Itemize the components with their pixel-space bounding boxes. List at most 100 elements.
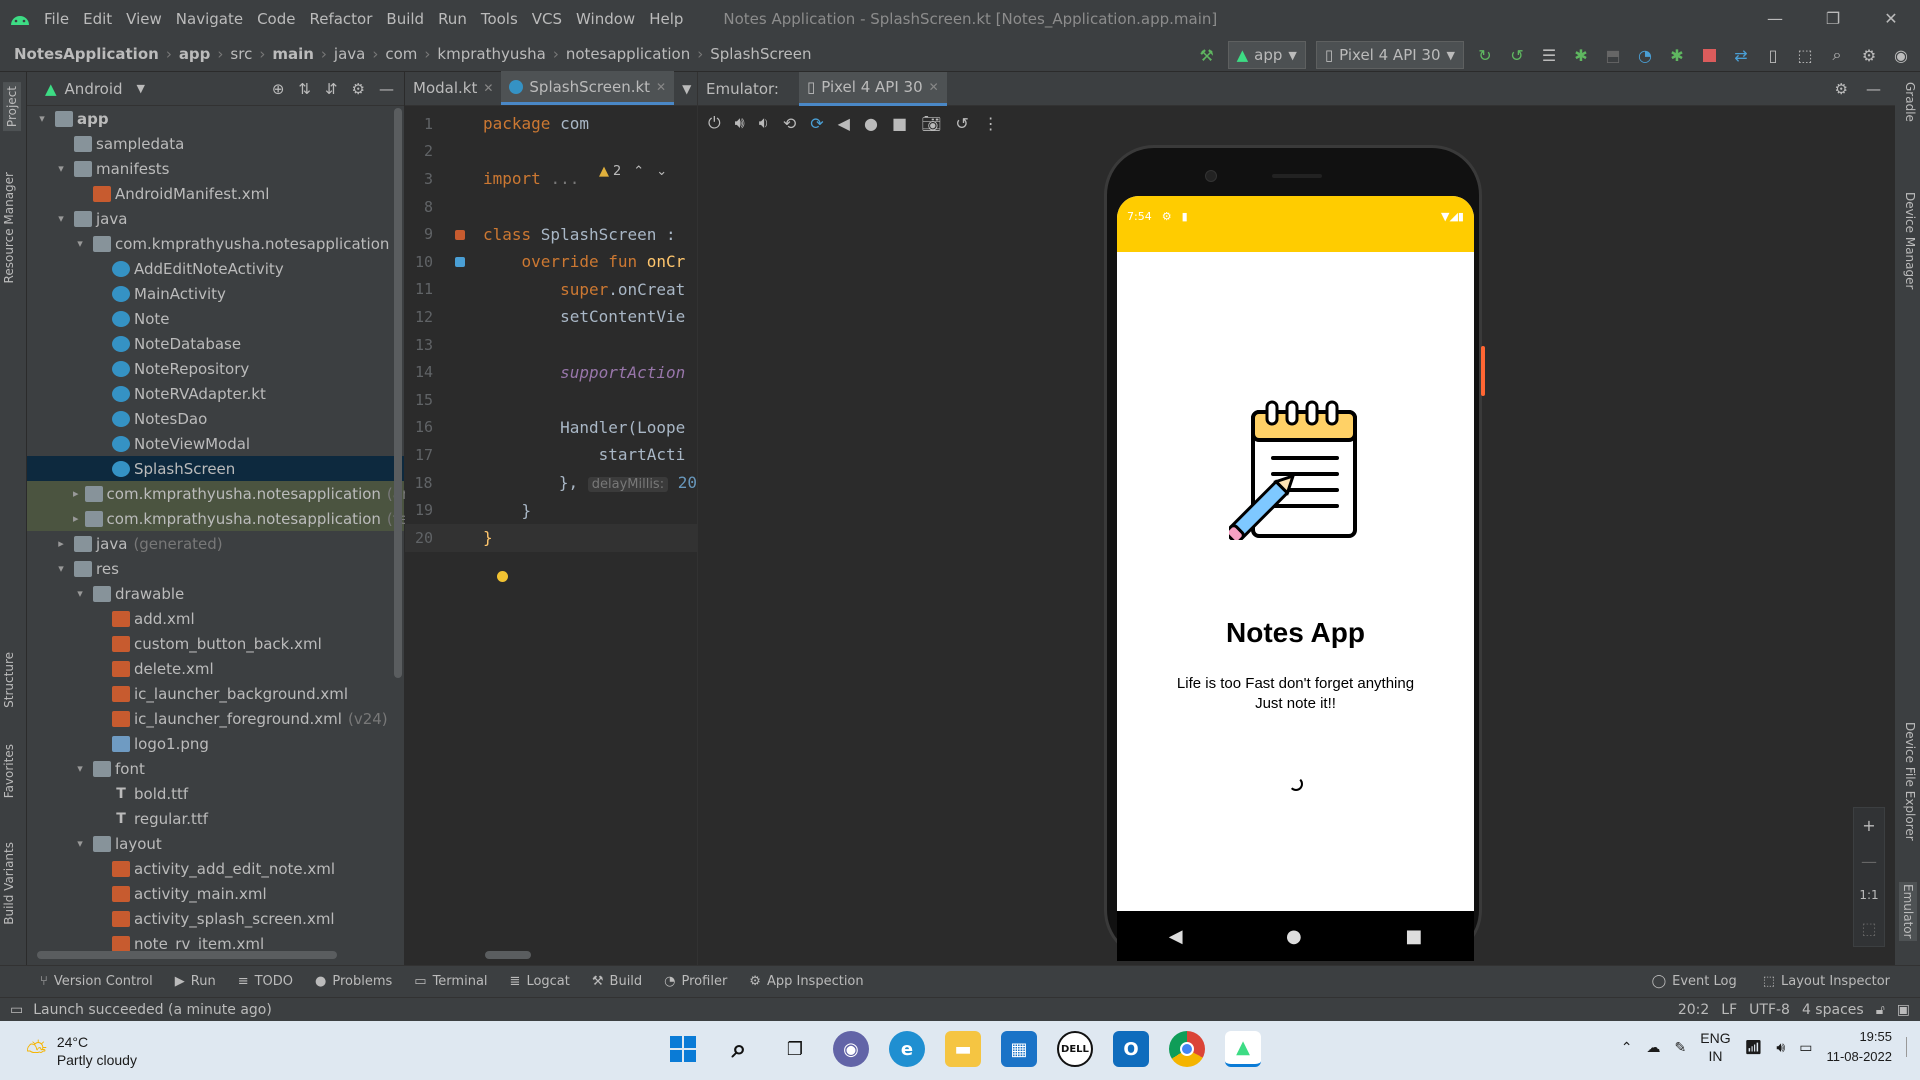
tree-item[interactable]: sampledata <box>27 131 404 156</box>
expand-all-icon[interactable]: ⇅ <box>298 80 311 98</box>
sync-gradle-icon[interactable]: ⇄ <box>1730 44 1752 66</box>
notifications-icon[interactable] <box>1906 1037 1910 1057</box>
chevron-right-icon[interactable]: ▸ <box>73 512 79 525</box>
tree-item[interactable]: MainActivity <box>27 281 404 306</box>
tree-item[interactable]: ▾ drawable <box>27 581 404 606</box>
wifi-icon[interactable]: 📶︎ <box>1745 1039 1763 1056</box>
breadcrumb-item[interactable]: java <box>334 45 365 63</box>
rotate-left-icon[interactable]: ⟲ <box>783 114 796 133</box>
overview-icon[interactable]: ■ <box>892 114 907 133</box>
tree-item[interactable]: ▾ java <box>27 206 404 231</box>
bottom-tab-app-inspection[interactable]: ⚙ App Inspection <box>749 974 863 989</box>
tree-item[interactable]: NoteRVAdapter.kt <box>27 381 404 406</box>
bottom-tab-logcat[interactable]: ≣ Logcat <box>510 974 570 989</box>
device-manager-tool-tab[interactable]: Device Manager <box>1903 192 1917 289</box>
project-view-select[interactable]: Android <box>65 80 123 98</box>
warnings-indicator[interactable]: ▲ 2 ⌃ ⌄ <box>599 164 667 179</box>
outlook-icon[interactable]: O <box>1113 1031 1149 1067</box>
code-line[interactable]: 9 class SplashScreen : <box>405 220 697 248</box>
chevron-down-icon[interactable]: ▾ <box>73 837 87 850</box>
code-line[interactable]: 2 <box>405 138 697 166</box>
device-manager-icon[interactable]: ▯ <box>1762 44 1784 66</box>
bottom-tab-version-control[interactable]: ⑂ Version Control <box>40 974 153 989</box>
search-icon[interactable]: ⌕ <box>721 1031 757 1067</box>
restore-icon[interactable]: ❐ <box>1804 0 1862 37</box>
battery-icon[interactable]: ▭ <box>1799 1039 1812 1056</box>
editor-hscroll[interactable] <box>485 951 531 959</box>
bottom-tab-layout-inspector[interactable]: ⬚ Layout Inspector <box>1763 974 1890 989</box>
tree-item[interactable]: NoteDatabase <box>27 331 404 356</box>
file-encoding[interactable]: UTF-8 <box>1749 1002 1790 1018</box>
weather-widget[interactable]: ⛅︎ 24°C Partly cloudy <box>0 1033 137 1069</box>
lightbulb-icon[interactable] <box>497 571 508 582</box>
device-screen[interactable]: 7:54 ⚙ ▮ ▼◢▮ Notes App Life is too Fast … <box>1117 196 1474 911</box>
stop-icon[interactable] <box>1698 44 1720 66</box>
caret-position[interactable]: 20:2 <box>1678 1002 1709 1018</box>
breadcrumb-item[interactable]: SplashScreen <box>710 45 811 63</box>
tree-horizontal-scrollbar[interactable] <box>37 951 337 959</box>
chevron-up-icon[interactable]: ⌃ <box>633 164 644 179</box>
more-icon[interactable]: ⋮ <box>983 114 999 133</box>
windows-start-icon[interactable] <box>665 1031 701 1067</box>
tree-item[interactable]: ic_launcher_foreground.xml (v24) <box>27 706 404 731</box>
attach-debugger-icon[interactable]: ⬒ <box>1602 44 1624 66</box>
menu-refactor[interactable]: Refactor <box>305 10 382 28</box>
bottom-tab-todo[interactable]: ≡ TODO <box>238 974 293 989</box>
menu-help[interactable]: Help <box>645 10 693 28</box>
tree-item[interactable]: ▾ app <box>27 106 404 131</box>
chevron-down-icon[interactable]: ▾ <box>35 112 49 125</box>
task-view-icon[interactable]: ❐ <box>777 1031 813 1067</box>
volume-up-icon[interactable]: 🔊︎ <box>735 113 745 133</box>
chevron-down-icon[interactable]: ▾ <box>73 237 87 250</box>
android-studio-taskbar-icon[interactable]: ▲ <box>1225 1031 1261 1067</box>
device-select[interactable]: ▯ Pixel 4 API 30 ▼ <box>1315 41 1464 69</box>
close-icon[interactable]: ✕ <box>1862 0 1920 37</box>
line-separator[interactable]: LF <box>1721 1002 1737 1018</box>
tree-item[interactable]: AddEditNoteActivity <box>27 256 404 281</box>
tab-splashscreen-kt[interactable]: SplashScreen.kt ✕ <box>501 71 675 105</box>
breadcrumb-item[interactable]: com <box>385 45 417 63</box>
zoom-out-icon[interactable]: — <box>1861 852 1877 871</box>
collapse-all-icon[interactable]: ⇵ <box>325 80 338 98</box>
account-icon[interactable]: ◉ <box>1890 44 1912 66</box>
tab-emulator-device[interactable]: ▯ Pixel 4 API 30 ✕ <box>798 71 947 106</box>
zoom-actual-size[interactable]: 1:1 <box>1859 888 1878 902</box>
profiler-icon[interactable]: ◔ <box>1634 44 1656 66</box>
menu-window[interactable]: Window <box>572 10 645 28</box>
code-line[interactable]: 15 <box>405 386 697 414</box>
gear-icon[interactable]: ⚙ <box>1835 80 1848 98</box>
code-line[interactable]: 13 <box>405 331 697 359</box>
chrome-icon[interactable] <box>1169 1031 1205 1067</box>
breadcrumb-item[interactable]: kmprathyusha <box>437 45 545 63</box>
code-line[interactable]: 8 <box>405 193 697 221</box>
bottom-tab-run[interactable]: ▶ Run <box>175 974 216 989</box>
menu-file[interactable]: File <box>40 10 79 28</box>
code-line[interactable]: 12 setContentVie <box>405 303 697 331</box>
tree-item[interactable]: delete.xml <box>27 656 404 681</box>
breadcrumb-item[interactable]: src <box>230 45 252 63</box>
tree-item[interactable]: ic_launcher_background.xml <box>27 681 404 706</box>
rotate-right-icon[interactable]: ⟳ <box>810 114 823 133</box>
tree-item[interactable]: ▾ font <box>27 756 404 781</box>
tree-scrollbar[interactable] <box>394 108 402 678</box>
chevron-down-icon[interactable]: ▾ <box>73 762 87 775</box>
menu-view[interactable]: View <box>122 10 172 28</box>
pen-icon[interactable]: ✎ <box>1675 1039 1687 1056</box>
breadcrumb-item[interactable]: main <box>272 45 314 63</box>
gradle-tool-tab[interactable]: Gradle <box>1903 82 1917 122</box>
coverage-icon[interactable]: ☰ <box>1538 44 1560 66</box>
breadcrumb-item[interactable]: notesapplication <box>566 45 690 63</box>
bottom-tab-profiler[interactable]: ◔ Profiler <box>664 974 727 989</box>
tree-item[interactable]: NoteRepository <box>27 356 404 381</box>
menu-navigate[interactable]: Navigate <box>172 10 253 28</box>
breadcrumb-item[interactable]: NotesApplication <box>14 45 159 63</box>
menu-vcs[interactable]: VCS <box>528 10 572 28</box>
gear-icon[interactable]: ⚙ <box>352 80 365 98</box>
menu-run[interactable]: Run <box>434 10 477 28</box>
tree-item[interactable]: AndroidManifest.xml <box>27 181 404 206</box>
emulator-tool-tab[interactable]: Emulator <box>1899 882 1917 941</box>
cloud-icon[interactable]: ☁ <box>1647 1039 1661 1056</box>
tree-item[interactable]: NoteViewModal <box>27 431 404 456</box>
minimize-icon[interactable]: — <box>1746 0 1804 37</box>
device-file-explorer-tool-tab[interactable]: Device File Explorer <box>1903 722 1917 841</box>
